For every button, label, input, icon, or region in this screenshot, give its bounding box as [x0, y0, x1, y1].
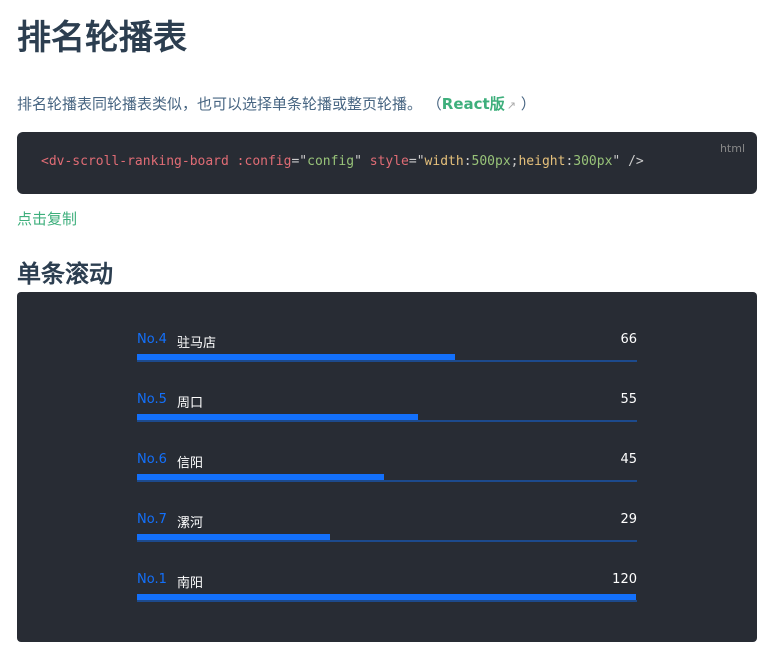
ranking-name: 信阳	[177, 456, 204, 471]
rank-label: No.1	[137, 572, 167, 587]
ranking-name: 南阳	[177, 576, 204, 591]
section-title: 单条滚动	[17, 260, 113, 288]
rank-label: No.6	[137, 452, 167, 467]
ranking-value: 120	[612, 572, 637, 587]
external-link-icon: ↗	[506, 99, 516, 112]
code-language: html	[719, 142, 745, 155]
rank-label: No.5	[137, 392, 167, 407]
ranking-row: No.7 漯河 29	[137, 512, 637, 542]
react-link[interactable]: React版	[442, 95, 505, 113]
ranking-row: No.4 驻马店 66	[137, 332, 637, 362]
ranking-row: No.6 信阳 45	[137, 452, 637, 482]
ranking-name: 驻马店	[177, 336, 217, 351]
rank-label: No.4	[137, 332, 167, 347]
ranking-name: 周口	[177, 396, 204, 411]
code-block: html <dv-scroll-ranking-board :config="c…	[17, 132, 757, 194]
description: 排名轮播表同轮播表类似，也可以选择单条轮播或整页轮播。 （React版 ↗ ）	[17, 92, 536, 118]
description-close: ）	[515, 95, 536, 113]
rank-label: No.7	[137, 512, 167, 527]
ranking-bar-fill	[137, 414, 418, 420]
copy-button[interactable]: 点击复制	[17, 208, 77, 229]
scroll-ranking-board: No.4 驻马店 66 No.5 周口 55 No.6 信阳 45 No.7 漯河 29 No.1 南阳 1…	[17, 292, 757, 642]
ranking-value: 55	[620, 392, 637, 407]
ranking-row: No.1 南阳 120	[137, 572, 637, 602]
ranking-bar-fill	[137, 534, 331, 540]
ranking-row: No.5 周口 55	[137, 392, 637, 422]
ranking-value: 29	[620, 512, 637, 527]
ranking-bar-fill	[137, 594, 637, 600]
page-title: 排名轮播表	[17, 18, 187, 58]
ranking-bar-fill	[137, 474, 385, 480]
ranking-bar-fill	[137, 354, 455, 360]
code-content: <dv-scroll-ranking-board :config="config…	[41, 154, 644, 169]
ranking-value: 45	[620, 452, 637, 467]
ranking-bar-track	[137, 534, 637, 542]
ranking-bar-track	[137, 354, 637, 362]
ranking-value: 66	[620, 332, 637, 347]
ranking-name: 漯河	[177, 516, 204, 531]
ranking-bar-track	[137, 474, 637, 482]
ranking-bar-track	[137, 414, 637, 422]
description-text: 排名轮播表同轮播表类似，也可以选择单条轮播或整页轮播。 （	[17, 95, 442, 113]
ranking-bar-track	[137, 594, 637, 602]
